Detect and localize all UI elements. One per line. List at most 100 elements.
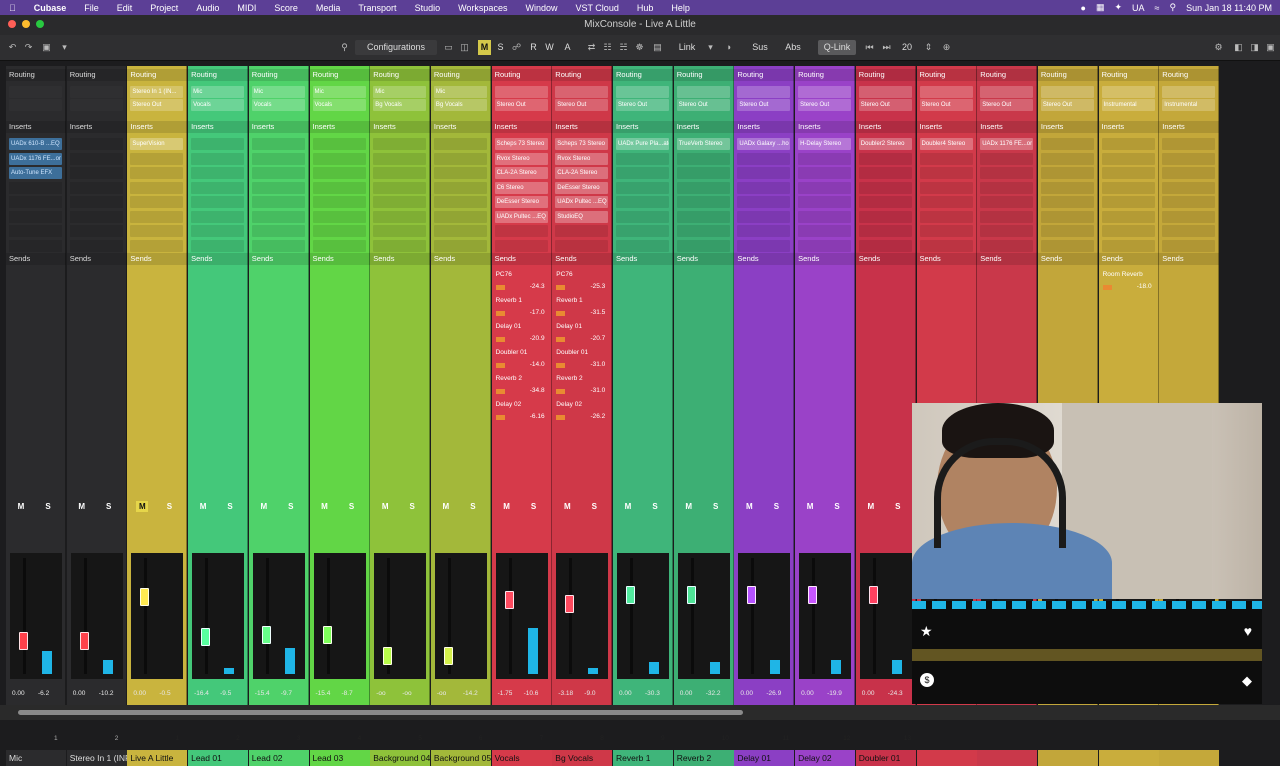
bypass-sends-icon[interactable]: ☸ bbox=[633, 41, 646, 54]
write-all-button[interactable]: W bbox=[543, 40, 556, 55]
next-channel-icon[interactable]: ⏭ bbox=[880, 41, 893, 54]
input-routing[interactable] bbox=[1162, 86, 1216, 98]
apple-icon[interactable]:  bbox=[0, 3, 25, 13]
output-routing[interactable]: Stereo Out bbox=[858, 99, 912, 111]
mute-button[interactable]: M bbox=[379, 501, 391, 512]
insert-slot[interactable] bbox=[1101, 152, 1155, 165]
sends-header[interactable]: Sends bbox=[734, 253, 795, 265]
send-level-bar[interactable] bbox=[556, 311, 566, 316]
inserts-header[interactable]: Inserts bbox=[1159, 121, 1220, 133]
insert-slot[interactable] bbox=[737, 196, 791, 208]
volume-fader[interactable] bbox=[808, 585, 818, 604]
sends-header[interactable]: Sends bbox=[916, 253, 977, 265]
insert-slot[interactable] bbox=[1162, 239, 1216, 252]
insert-slot[interactable] bbox=[919, 225, 973, 237]
insert-slot[interactable] bbox=[737, 167, 791, 179]
insert-slot[interactable] bbox=[69, 225, 123, 237]
insert-slot[interactable] bbox=[858, 210, 912, 223]
sparkle-icon[interactable]: ✦ bbox=[1114, 2, 1122, 13]
insert-slot[interactable] bbox=[1162, 167, 1216, 179]
solo-button[interactable]: S bbox=[710, 501, 722, 512]
insert-slot[interactable] bbox=[312, 181, 366, 194]
solo-button[interactable]: S bbox=[163, 501, 175, 512]
insert-slot[interactable] bbox=[980, 225, 1034, 237]
routing-header[interactable]: Routing bbox=[491, 69, 552, 81]
insert-slot[interactable] bbox=[9, 210, 62, 223]
lock-icon[interactable]: ▭ bbox=[442, 41, 455, 54]
wifi-icon[interactable]: ≈ bbox=[1155, 3, 1160, 13]
routing-header[interactable]: Routing bbox=[1159, 69, 1220, 81]
columns-icon[interactable]: ◫ bbox=[458, 41, 471, 54]
channel-name[interactable]: Live A Little bbox=[127, 750, 188, 766]
insert-slot[interactable] bbox=[373, 225, 427, 237]
channel-name[interactable] bbox=[916, 750, 977, 766]
output-routing[interactable]: Vocals bbox=[191, 99, 245, 111]
solo-button[interactable]: S bbox=[103, 501, 115, 512]
search-channels-icon[interactable]: ⚲ bbox=[338, 41, 351, 54]
input-routing[interactable] bbox=[980, 86, 1034, 98]
insert-slot[interactable] bbox=[858, 152, 912, 165]
insert-slot[interactable] bbox=[1040, 138, 1094, 150]
insert-slot[interactable] bbox=[1162, 138, 1216, 150]
insert-slot[interactable]: Auto-Tune EFX bbox=[9, 167, 62, 179]
insert-slot[interactable]: UADx 1176 FE...or bbox=[9, 152, 62, 165]
menu-audio[interactable]: Audio bbox=[187, 3, 228, 13]
output-routing[interactable]: Bg Vocals bbox=[373, 99, 427, 111]
insert-slot[interactable] bbox=[191, 181, 245, 194]
input-routing[interactable] bbox=[555, 86, 609, 98]
send-level-bar[interactable] bbox=[556, 415, 566, 420]
mute-button[interactable]: M bbox=[683, 501, 695, 512]
insert-slot[interactable] bbox=[919, 167, 973, 179]
input-routing[interactable] bbox=[9, 86, 62, 98]
insert-slot[interactable] bbox=[676, 152, 730, 165]
routing-header[interactable]: Routing bbox=[6, 69, 66, 81]
insert-slot[interactable] bbox=[69, 152, 123, 165]
insert-slot[interactable] bbox=[737, 210, 791, 223]
output-routing[interactable]: Bg Vocals bbox=[433, 99, 487, 111]
volume-fader[interactable] bbox=[322, 625, 332, 644]
sends-header[interactable]: Sends bbox=[309, 253, 370, 265]
insert-slot[interactable] bbox=[616, 210, 669, 223]
insert-slot[interactable] bbox=[9, 181, 62, 194]
clock[interactable]: Sun Jan 18 11:40 PM bbox=[1186, 3, 1272, 13]
channel-name[interactable]: Background 04 (High) bbox=[370, 750, 431, 766]
insert-slot[interactable] bbox=[980, 152, 1034, 165]
channel-name[interactable]: Background 05 (Mid) bbox=[430, 750, 491, 766]
send-slot[interactable]: Room Reverb -18.0 bbox=[1102, 270, 1155, 295]
insert-slot[interactable] bbox=[798, 167, 852, 179]
insert-slot[interactable] bbox=[616, 181, 669, 194]
input-routing[interactable] bbox=[676, 86, 730, 98]
insert-slot[interactable] bbox=[69, 138, 123, 150]
insert-slot[interactable] bbox=[251, 138, 305, 150]
listen-icon[interactable]: ☍ bbox=[510, 41, 523, 54]
menu-score[interactable]: Score bbox=[265, 3, 307, 13]
insert-slot[interactable] bbox=[69, 210, 123, 223]
volume-fader[interactable] bbox=[504, 591, 514, 610]
insert-slot[interactable] bbox=[433, 210, 487, 223]
menu-studio[interactable]: Studio bbox=[406, 3, 450, 13]
insert-slot[interactable] bbox=[676, 181, 730, 194]
channel-name[interactable]: Lead 01 bbox=[188, 750, 249, 766]
record-status-icon[interactable]: ● bbox=[1081, 3, 1086, 13]
channel-strip-icon[interactable]: ▤ bbox=[651, 41, 664, 54]
sends-header[interactable]: Sends bbox=[430, 253, 491, 265]
undo-icon[interactable]: ↶ bbox=[6, 41, 19, 54]
sends-header[interactable]: Sends bbox=[552, 253, 613, 265]
insert-slot[interactable] bbox=[858, 196, 912, 208]
insert-slot[interactable]: Scheps 73 Stereo bbox=[494, 138, 548, 150]
sends-header[interactable]: Sends bbox=[795, 253, 856, 265]
zoom-icon[interactable]: ⊕ bbox=[940, 41, 953, 54]
insert-slot[interactable] bbox=[1101, 167, 1155, 179]
insert-slot[interactable] bbox=[1040, 210, 1094, 223]
insert-slot[interactable]: UADx Pultec ...EQ bbox=[555, 196, 609, 208]
send-level-bar[interactable] bbox=[556, 363, 566, 368]
input-routing[interactable] bbox=[494, 86, 548, 98]
insert-slot[interactable] bbox=[919, 196, 973, 208]
mute-button[interactable]: M bbox=[319, 501, 331, 512]
insert-slot[interactable] bbox=[312, 210, 366, 223]
bypass-inserts-icon[interactable]: ☷ bbox=[601, 41, 614, 54]
inserts-header[interactable]: Inserts bbox=[6, 121, 66, 133]
insert-slot[interactable] bbox=[312, 239, 366, 252]
insert-slot[interactable] bbox=[433, 181, 487, 194]
link-button[interactable]: Link bbox=[675, 40, 699, 55]
